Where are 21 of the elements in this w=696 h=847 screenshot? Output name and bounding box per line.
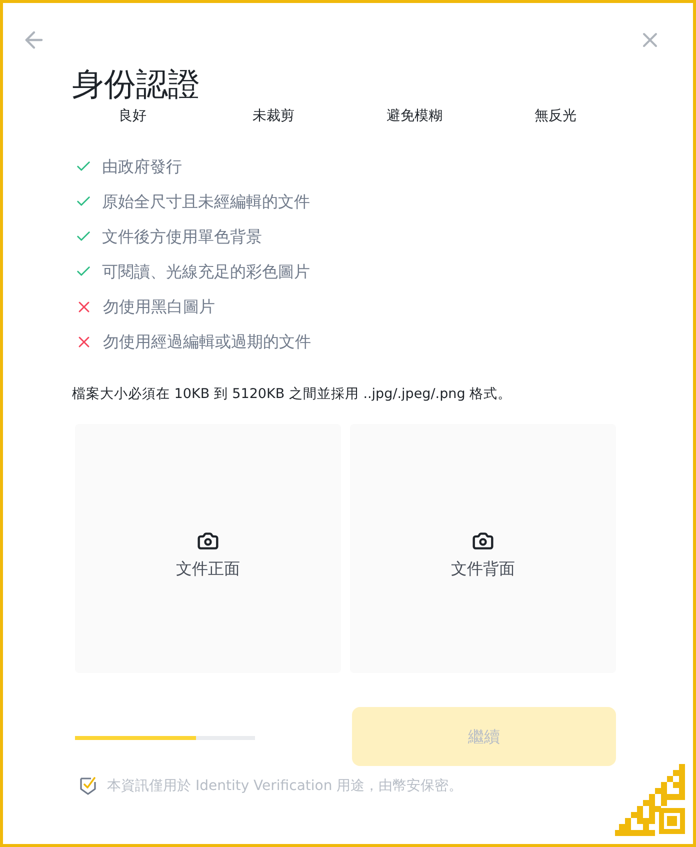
requirement-text: 勿使用黑白圖片 [103, 296, 215, 318]
requirement-text: 文件後方使用單色背景 [102, 226, 262, 248]
privacy-note: 本資訊僅用於 Identity Verification 用途，由幣安保密。 [107, 777, 463, 796]
requirement-text: 勿使用經過編輯或過期的文件 [103, 330, 311, 352]
upload-label: 文件背面 [451, 558, 515, 580]
example-label: 未裁剪 [252, 107, 294, 126]
requirement-text: 由政府發行 [102, 156, 182, 178]
example-label: 避免模糊 [386, 107, 442, 126]
camera-icon [472, 530, 494, 552]
upload-area[interactable]: 文件正面 [75, 424, 341, 673]
requirement-text: 可閱讀、光線充足的彩色圖片 [102, 260, 310, 282]
upload-label: 文件正面 [176, 558, 240, 580]
requirement-text: 原始全尺寸且未經編輯的文件 [102, 190, 310, 212]
upload-area[interactable]: 文件背面 [350, 424, 616, 673]
file-size-note: 檔案大小必須在 10KB 到 5120KB 之間並採用 ..jpg/.jpeg/.png 格式。 [72, 385, 512, 403]
shield-check-icon [80, 777, 96, 795]
corner-pattern-drawing [615, 764, 687, 836]
example-label: 無反光 [534, 107, 576, 126]
page-title: 身份認證 [72, 64, 200, 104]
example-label: 良好 [118, 107, 146, 126]
camera-icon [197, 530, 219, 552]
